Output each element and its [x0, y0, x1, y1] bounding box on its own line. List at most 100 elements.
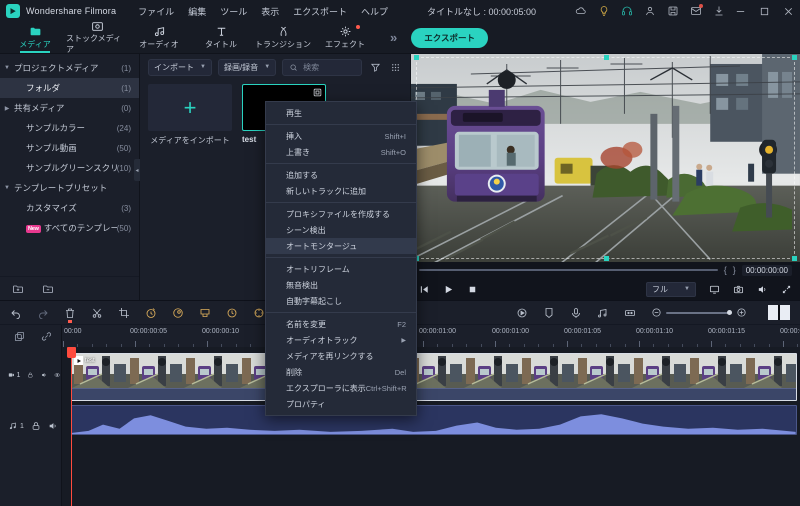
chevron-right-icon[interactable]: ▶ [0, 105, 14, 112]
speed-icon[interactable] [145, 307, 157, 319]
mark-out-icon[interactable]: } [733, 265, 736, 275]
lock-icon[interactable] [27, 370, 34, 380]
snapshot-screen-icon[interactable] [709, 284, 720, 295]
menu-item-file[interactable]: ファイル [138, 5, 174, 18]
crop-handle-bottom-center[interactable] [603, 256, 609, 261]
sidebar-item-project-media[interactable]: ▼ プロジェクトメディア (1) [0, 58, 139, 78]
menu-item-export[interactable]: エクスポート [293, 5, 347, 18]
tab-stock-media[interactable]: ストックメディア [66, 21, 128, 54]
context-menu-item[interactable]: オーディオトラック ▶ [266, 332, 416, 348]
sidebar-item-shared-media[interactable]: ▶ 共有メディア (0) [0, 98, 139, 118]
link-icon[interactable] [41, 331, 52, 342]
import-dropdown[interactable]: インポート ▼ [148, 58, 212, 76]
maximize-button[interactable] [759, 6, 770, 17]
chevron-down-icon[interactable]: ▼ [0, 185, 14, 191]
account-icon[interactable] [644, 5, 656, 17]
cloud-icon[interactable] [575, 5, 587, 17]
save-icon[interactable] [667, 5, 679, 17]
more-tabs-icon[interactable]: » [390, 30, 397, 45]
crop-handle-top-right[interactable] [792, 55, 797, 60]
context-menu[interactable]: 再生 挿入 Shift+I 上書き Shift+O 追加する 新しいトラックに追加 プロキシフ… [265, 101, 417, 416]
marker-icon[interactable] [543, 307, 555, 319]
lock-icon[interactable] [31, 421, 41, 431]
mute-icon[interactable] [48, 421, 58, 431]
context-menu-item[interactable]: メディアを再リンクする [266, 348, 416, 364]
record-dropdown[interactable]: 録画/録音 ▼ [217, 58, 277, 76]
split-icon[interactable] [91, 307, 103, 319]
tab-title[interactable]: タイトル [190, 22, 252, 54]
color-icon[interactable] [172, 307, 184, 319]
render-icon[interactable] [516, 307, 528, 319]
mail-icon[interactable] [690, 4, 703, 17]
collapse-panel-handle[interactable]: ◂ [134, 159, 140, 181]
context-menu-item[interactable]: 上書き Shift+O [266, 144, 416, 160]
volume-icon[interactable] [757, 284, 768, 295]
beat-detect-icon[interactable] [597, 307, 609, 319]
context-menu-item[interactable]: 自動字幕起こし [266, 293, 416, 309]
prev-frame-button[interactable] [419, 284, 430, 295]
context-menu-item[interactable]: オートモンタージュ [266, 238, 416, 254]
menu-item-edit[interactable]: 編集 [188, 5, 206, 18]
context-menu-item[interactable]: 挿入 Shift+I [266, 128, 416, 144]
context-menu-item[interactable]: オートリフレーム [266, 261, 416, 277]
export-button[interactable]: エクスポート [411, 27, 488, 48]
tab-audio[interactable]: オーディオ [128, 22, 190, 54]
download-icon[interactable] [713, 5, 725, 17]
display-icon[interactable] [624, 307, 636, 319]
mute-icon[interactable] [41, 370, 48, 380]
preview-stage[interactable] [411, 54, 800, 262]
zoom-out-icon[interactable] [651, 307, 662, 318]
quality-dropdown[interactable]: フル ▼ [646, 281, 696, 297]
preview-progress-bar[interactable] [419, 269, 718, 271]
headset-icon[interactable] [621, 5, 633, 17]
play-button[interactable] [443, 284, 454, 295]
close-button[interactable] [783, 6, 794, 17]
sidebar-item-sample-video[interactable]: サンプル動画 (50) [0, 138, 139, 158]
remove-folder-icon[interactable] [42, 283, 54, 295]
crop-handle-top-center[interactable] [603, 55, 609, 60]
crop-handle-top-left[interactable] [414, 55, 419, 60]
mark-in-icon[interactable]: { [724, 265, 727, 275]
delete-icon[interactable] [64, 307, 76, 323]
grid-view-icon[interactable] [388, 60, 402, 74]
keyframe-icon[interactable] [226, 307, 238, 319]
camera-icon[interactable] [733, 284, 744, 295]
import-media-thumbnail[interactable]: + [148, 84, 232, 131]
sidebar-item-folder[interactable]: フォルダ (1) [0, 78, 139, 98]
playhead[interactable] [67, 347, 76, 506]
stop-button[interactable] [467, 284, 478, 295]
context-menu-item[interactable]: 削除 Del [266, 364, 416, 380]
context-menu-item[interactable]: プロパティ [266, 396, 416, 412]
fullscreen-icon[interactable] [781, 284, 792, 295]
timeline-canvas[interactable]: test [62, 347, 800, 506]
search-input[interactable]: 検索 [282, 58, 362, 76]
menu-item-tools[interactable]: ツール [220, 5, 247, 18]
bulb-icon[interactable] [598, 5, 610, 17]
sidebar-item-sample-greenscreen[interactable]: サンプルグリーンスクリーン (10) [0, 158, 139, 178]
tab-effect[interactable]: エフェクト [314, 22, 376, 54]
new-folder-icon[interactable] [12, 283, 24, 295]
eye-icon[interactable] [54, 370, 61, 380]
context-menu-item[interactable]: 追加する [266, 167, 416, 183]
context-menu-item[interactable]: 新しいトラックに追加 [266, 183, 416, 199]
context-menu-item[interactable]: シーン検出 [266, 222, 416, 238]
zoom-track[interactable] [666, 309, 732, 315]
video-track-header[interactable]: 1 [0, 347, 61, 403]
import-media-card[interactable]: + メディアをインポート [148, 84, 232, 146]
timeline-video-clip[interactable]: test [71, 353, 797, 401]
zoom-in-icon[interactable] [736, 307, 747, 318]
tab-media[interactable]: メディア [4, 22, 66, 54]
duplicate-icon[interactable] [14, 331, 25, 342]
redo-icon[interactable] [37, 307, 49, 319]
mask-icon[interactable] [199, 307, 211, 319]
timeline-ruler[interactable]: 00:00 00:00:00:05 00:00:00:10 00:00:01:00 00… [62, 325, 800, 347]
zoom-knob[interactable] [727, 309, 732, 315]
voiceover-icon[interactable] [570, 307, 582, 319]
crop-icon[interactable] [118, 307, 130, 319]
zoom-slider[interactable] [651, 307, 747, 318]
crop-handle-bottom-right[interactable] [792, 256, 797, 261]
context-menu-item[interactable]: 名前を変更 F2 [266, 316, 416, 332]
context-menu-item[interactable]: 再生 [266, 105, 416, 121]
filter-icon[interactable] [368, 60, 382, 74]
minimize-button[interactable] [735, 6, 746, 17]
